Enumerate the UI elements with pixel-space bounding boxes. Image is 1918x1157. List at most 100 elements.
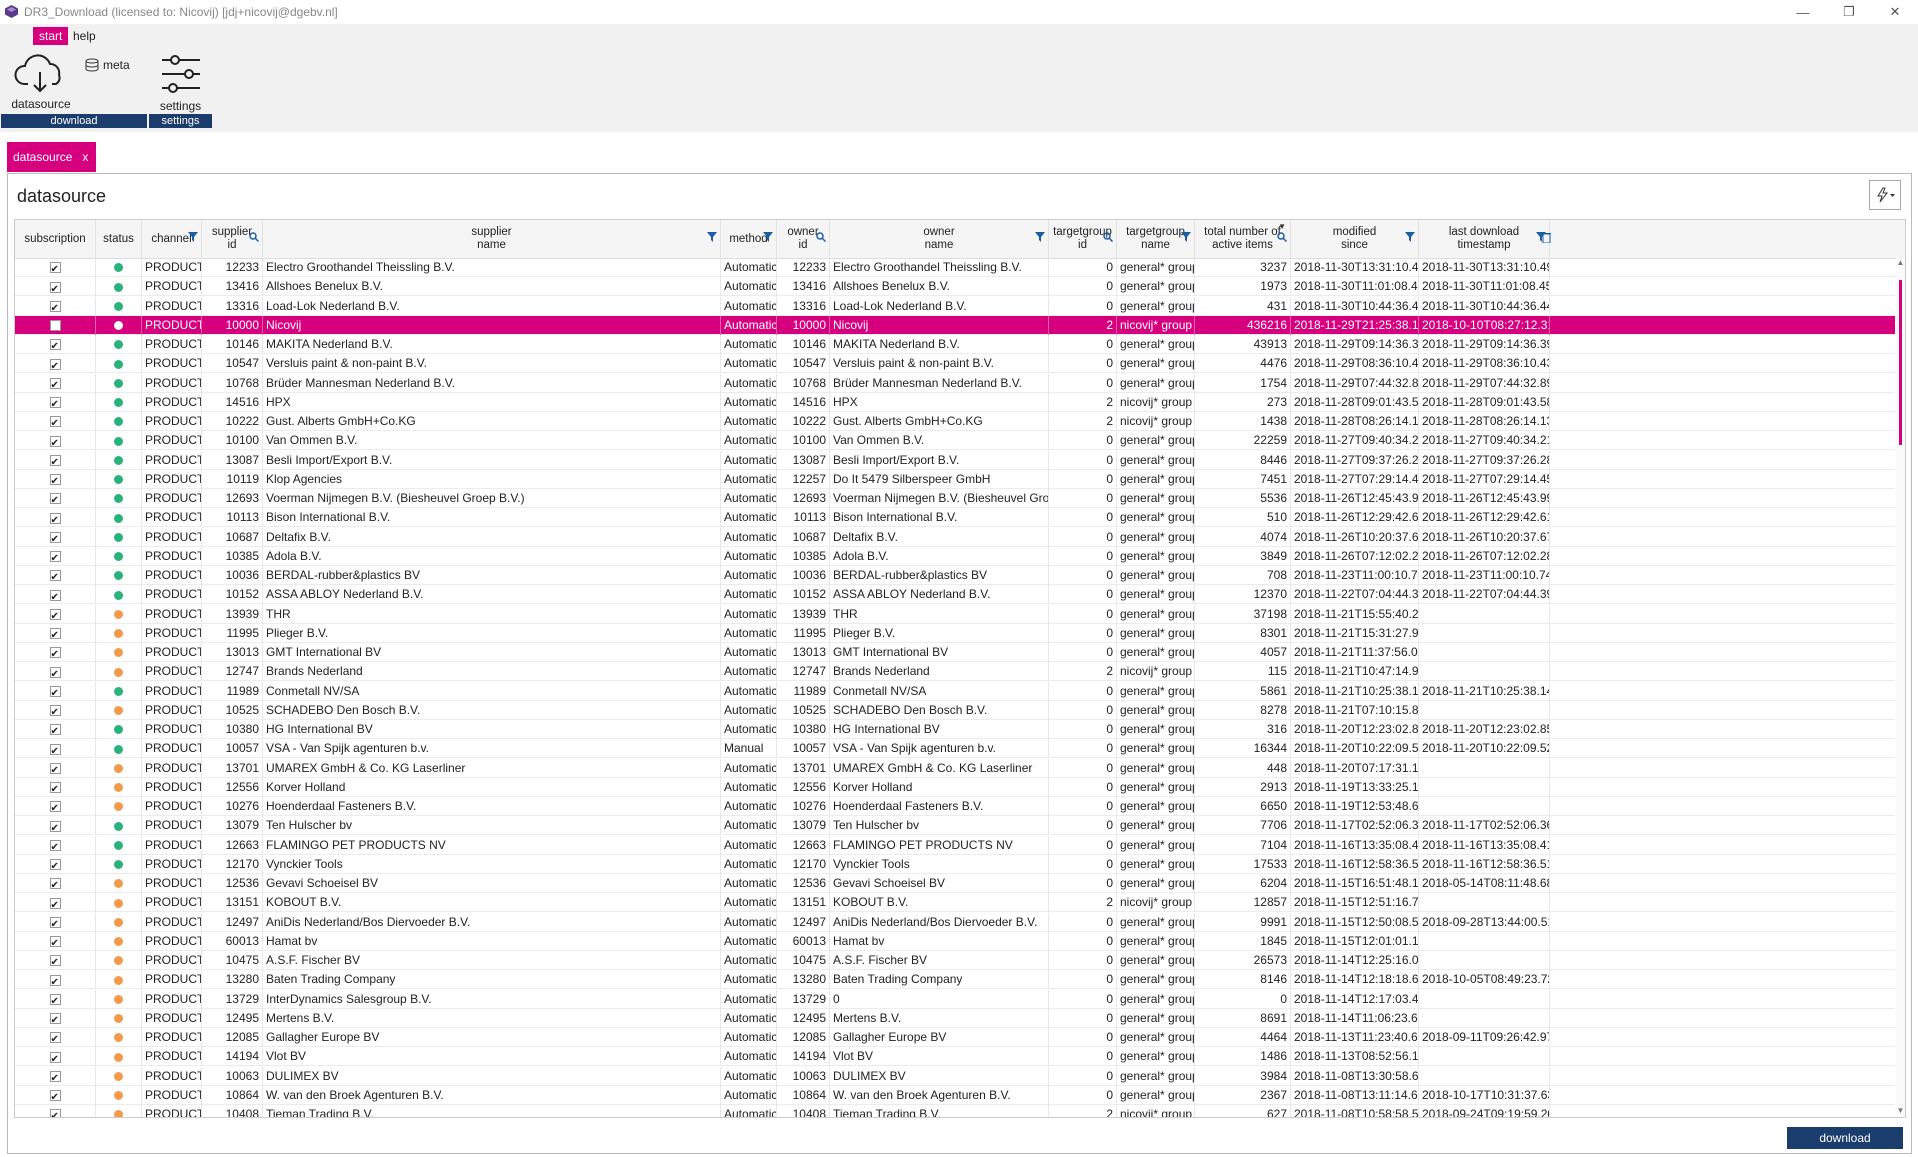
subscription-checkbox[interactable] (49, 568, 61, 585)
subscription-checkbox[interactable] (49, 915, 61, 932)
tab-datasource[interactable]: datasource x (7, 142, 97, 172)
search-icon[interactable] (816, 232, 827, 246)
column-header-items[interactable]: total number of active items ▼ (1195, 220, 1291, 258)
table-row[interactable]: PRODUCT12693Voerman Nijmegen B.V. (Biesh… (15, 489, 1895, 508)
table-row[interactable]: PRODUCT12536Gevavi Schoeisel BVAutomatic… (15, 874, 1895, 893)
meta-button[interactable]: meta (85, 56, 141, 74)
table-row[interactable]: PRODUCT10475A.S.F. Fischer BVAutomatic10… (15, 951, 1895, 970)
search-icon[interactable] (249, 232, 260, 246)
subscription-checkbox[interactable] (49, 722, 61, 739)
scrollbar-thumb[interactable] (1899, 280, 1902, 445)
subscription-checkbox[interactable] (49, 260, 61, 277)
subscription-checkbox[interactable] (49, 780, 61, 797)
subscription-checkbox[interactable] (49, 395, 61, 412)
close-button[interactable]: ✕ (1872, 0, 1918, 24)
datasource-button[interactable]: datasource (5, 54, 77, 114)
table-row[interactable]: PRODUCT10408Tieman Trading B.V.Automatic… (15, 1105, 1895, 1117)
table-row[interactable]: PRODUCT10063DULIMEX BVAutomatic10063DULI… (15, 1066, 1895, 1086)
vertical-scrollbar[interactable]: ▲ ▼ (1896, 258, 1905, 1115)
table-row[interactable]: PRODUCT12556Korver HollandAutomatic12556… (15, 777, 1895, 797)
subscription-checkbox[interactable] (49, 1011, 61, 1028)
subscription-checkbox[interactable] (49, 626, 61, 643)
filter-icon[interactable] (188, 232, 198, 246)
column-header-sid[interactable]: supplier id (202, 220, 263, 258)
restore-button[interactable]: ❐ (1826, 0, 1872, 24)
table-row[interactable]: PRODUCT12233Electro Groothandel Theissli… (15, 258, 1895, 277)
subscription-checkbox[interactable] (49, 434, 61, 450)
subscription-checkbox[interactable] (49, 491, 61, 508)
table-row[interactable]: PRODUCT10152ASSA ABLOY Nederland B.V.Aut… (15, 585, 1895, 605)
subscription-checkbox[interactable] (49, 684, 61, 701)
table-row[interactable]: PRODUCT11989Conmetall NV/SAAutomatic1198… (15, 681, 1895, 701)
table-row[interactable]: PRODUCT13701UMAREX GmbH & Co. KG Laserli… (15, 758, 1895, 778)
table-row[interactable]: PRODUCT10146MAKITA Nederland B.V.Automat… (15, 335, 1895, 354)
table-row[interactable]: PRODUCT12663FLAMINGO PET PRODUCTS NVAuto… (15, 835, 1895, 855)
table-row[interactable]: PRODUCT10276Hoenderdaal Fasteners B.V.Au… (15, 797, 1895, 816)
subscription-checkbox[interactable] (49, 973, 61, 989)
minimize-button[interactable]: — (1780, 0, 1826, 24)
download-button[interactable]: download (1787, 1127, 1903, 1149)
table-row[interactable]: PRODUCT13013GMT International BVAutomati… (15, 643, 1895, 662)
table-row[interactable]: PRODUCT12497AniDis Nederland/Bos Diervoe… (15, 912, 1895, 932)
table-row[interactable]: PRODUCT10113Bison International B.V.Auto… (15, 508, 1895, 528)
subscription-checkbox[interactable] (49, 453, 61, 470)
subscription-checkbox[interactable] (49, 992, 61, 1009)
subscription-checkbox[interactable] (49, 1107, 61, 1117)
table-row[interactable]: PRODUCT 10000 Nicovij Automatic 10000 Nicovij… (15, 315, 1895, 335)
subscription-checkbox[interactable] (49, 703, 61, 720)
table-row[interactable]: PRODUCT12170Vynckier ToolsAutomatic12170… (15, 854, 1895, 874)
table-row[interactable]: PRODUCT13416Allshoes Benelux B.V.Automat… (15, 277, 1895, 297)
subscription-checkbox[interactable] (49, 299, 61, 316)
column-header-tgid[interactable]: targetgroup id (1049, 220, 1117, 258)
table-row[interactable]: PRODUCT10864W. van den Broek Agenturen B… (15, 1085, 1895, 1105)
table-row[interactable]: PRODUCT10036BERDAL-rubber&plastics BVAut… (15, 566, 1895, 585)
table-row[interactable]: PRODUCT10547Versluis paint & non-paint B… (15, 354, 1895, 374)
table-row[interactable]: PRODUCT13151KOBOUT B.V.Automatic13151KOB… (15, 893, 1895, 913)
subscription-checkbox[interactable] (49, 511, 61, 527)
table-row[interactable]: PRODUCT11995Plieger B.V.Automatic11995Pl… (15, 623, 1895, 643)
subscription-checkbox[interactable] (49, 530, 61, 547)
subscription-checkbox[interactable] (49, 819, 61, 835)
subscription-checkbox[interactable] (49, 953, 61, 970)
column-header-sname[interactable]: supplier name (263, 220, 721, 258)
subscription-checkbox[interactable] (49, 472, 61, 489)
subscription-checkbox[interactable] (49, 934, 61, 951)
column-header-status[interactable]: status (96, 220, 142, 258)
subscription-checkbox[interactable] (49, 414, 61, 431)
subscription-checkbox[interactable] (49, 1088, 61, 1105)
subscription-checkbox[interactable] (49, 1030, 61, 1047)
column-header-oid[interactable]: owner id (777, 220, 830, 258)
table-row[interactable]: PRODUCT13729InterDynamics Salesgroup B.V… (15, 989, 1895, 1009)
table-row[interactable]: PRODUCT10057VSA - Van Spijk agenturen b.… (15, 739, 1895, 759)
actions-dropdown-button[interactable] (1869, 180, 1901, 210)
table-row[interactable]: PRODUCT10525SCHADEBO Den Bosch B.V.Autom… (15, 700, 1895, 720)
settings-button[interactable]: settings (151, 54, 210, 114)
subscription-checkbox[interactable] (49, 588, 61, 604)
table-row[interactable]: PRODUCT10768Brüder Mannesman Nederland B… (15, 373, 1895, 393)
scroll-down-icon[interactable]: ▼ (1896, 1106, 1905, 1115)
column-header-sub[interactable]: subscription (15, 220, 96, 258)
table-row[interactable]: PRODUCT13079Ten Hulscher bvAutomatic1307… (15, 816, 1895, 836)
search-icon[interactable] (1103, 232, 1114, 246)
subscription-checkbox[interactable] (49, 876, 61, 893)
subscription-checkbox[interactable] (49, 280, 61, 296)
subscription-checkbox[interactable] (49, 665, 61, 681)
column-header-tgname[interactable]: targetgroup name (1117, 220, 1195, 258)
subscription-checkbox[interactable] (49, 742, 61, 758)
table-row[interactable]: PRODUCT10100Van Ommen B.V.Automatic10100… (15, 431, 1895, 451)
filter-icon[interactable] (1035, 232, 1045, 246)
column-header-last[interactable]: last download timestamp (1419, 220, 1551, 258)
table-row[interactable]: PRODUCT12747Brands NederlandAutomatic127… (15, 662, 1895, 682)
table-row[interactable]: PRODUCT10385Adola B.V.Automatic10385Adol… (15, 546, 1895, 566)
subscription-checkbox[interactable] (49, 799, 61, 816)
menu-start[interactable]: start (33, 27, 69, 45)
scroll-up-icon[interactable]: ▲ (1896, 258, 1905, 267)
filter-icon[interactable] (1181, 232, 1191, 246)
column-header-method[interactable]: method (721, 220, 777, 258)
column-header-channel[interactable]: channel (142, 220, 202, 258)
table-row[interactable]: PRODUCT13939THRAutomatic13939THR0general… (15, 604, 1895, 624)
subscription-checkbox[interactable] (49, 1069, 61, 1086)
clear-filters-icon[interactable] (1542, 232, 1551, 247)
filter-icon[interactable] (763, 232, 773, 246)
menu-help[interactable]: help (67, 27, 102, 45)
